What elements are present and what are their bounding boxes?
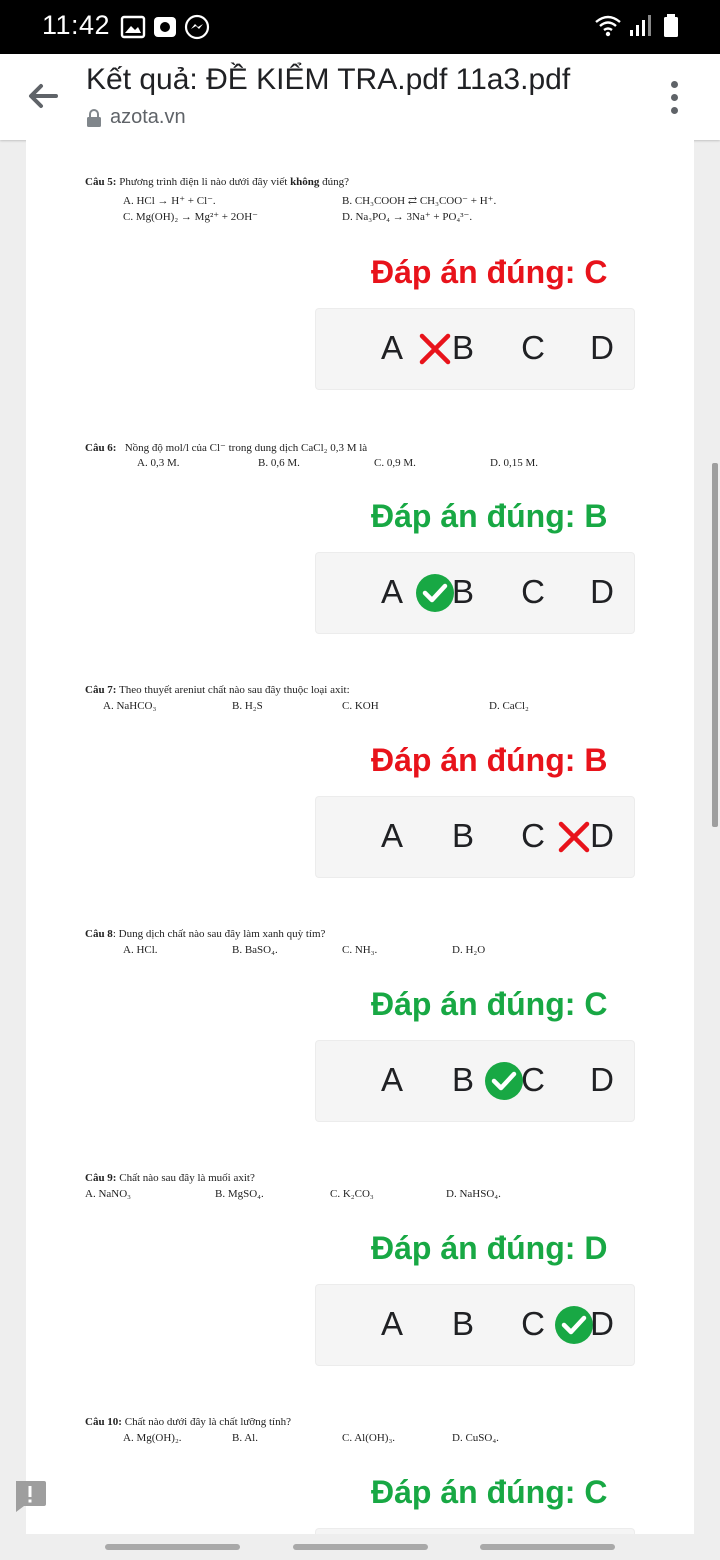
- question-stem: Phương trình điện li nào dưới đây viết: [119, 176, 288, 188]
- answer-choices: A B C D: [315, 308, 635, 390]
- answer-label: Đáp án đúng: C: [371, 986, 608, 1022]
- question-stem: Theo thuyết areniut chất nào sau đây thu…: [119, 684, 350, 696]
- option-d: D. Na₃PO₄ → 3Na⁺ + PO₄³⁻.: [342, 211, 473, 223]
- status-time: 11:42: [42, 10, 111, 40]
- camera-app-icon: [154, 17, 176, 37]
- option-d: D. CuSO₄.: [452, 1432, 499, 1444]
- choice-b[interactable]: B: [443, 329, 483, 367]
- question-label: Câu 5:: [85, 176, 117, 188]
- option-b: B. H₂S: [232, 700, 263, 712]
- question-stem: Chất nào dưới đây là chất lưỡng tính?: [124, 1416, 291, 1428]
- wifi-icon: [595, 15, 621, 37]
- signal-icon: [630, 15, 651, 36]
- answer-choices: A B C D: [315, 552, 635, 634]
- choice-a[interactable]: A: [372, 1305, 412, 1343]
- option-c: C. KOH: [342, 700, 379, 712]
- option-a: A. HCl → H⁺ + Cl⁻.: [123, 195, 216, 207]
- option-d: D. 0,15 M.: [490, 457, 538, 469]
- choice-c[interactable]: C: [513, 1305, 553, 1343]
- option-c: C. 0,9 M.: [374, 457, 416, 469]
- lock-icon: [87, 109, 101, 127]
- choice-b[interactable]: B: [443, 817, 483, 855]
- answer-choices: A B C D: [315, 1040, 635, 1122]
- nav-home-button[interactable]: [293, 1544, 428, 1550]
- report-icon[interactable]: [12, 1478, 48, 1514]
- choice-c[interactable]: C: [513, 1061, 553, 1099]
- choice-c[interactable]: C: [513, 817, 553, 855]
- choice-c[interactable]: C: [513, 573, 553, 611]
- option-b: B. MgSO₄.: [215, 1188, 264, 1200]
- option-a: A. Mg(OH)₂.: [123, 1432, 182, 1444]
- option-c: C. K₂CO₃: [330, 1188, 374, 1200]
- question-label: Câu 10:: [85, 1416, 122, 1428]
- question-stem: Nồng độ mol/l của Cl⁻ trong dung dịch Ca…: [124, 442, 368, 454]
- option-c: C. Mg(OH)₂ → Mg²⁺ + 2OH⁻: [123, 211, 258, 223]
- option-c: C. Al(OH)₃.: [342, 1432, 396, 1444]
- choice-a[interactable]: A: [372, 573, 412, 611]
- option-b: B. CH₃COOH ⇄ CH₃COO⁻ + H⁺.: [342, 195, 497, 207]
- option-a: A. NaHCO₃: [103, 700, 157, 712]
- option-d: D. NaHSO₄.: [446, 1188, 501, 1200]
- answer-label: Đáp án đúng: B: [371, 498, 608, 534]
- scrollbar[interactable]: [712, 463, 718, 827]
- choice-c[interactable]: C: [513, 329, 553, 367]
- question-stem-end: đúng?: [322, 176, 350, 188]
- choice-b[interactable]: B: [443, 1305, 483, 1343]
- page-title: Kết quả: ĐỀ KIỂM TRA.pdf 11a3.pdf: [86, 63, 571, 96]
- choice-a[interactable]: A: [372, 817, 412, 855]
- messenger-icon: [184, 14, 210, 40]
- choice-d[interactable]: D: [582, 573, 622, 611]
- answer-label: Đáp án đúng: D: [371, 1230, 608, 1266]
- choice-d[interactable]: D: [582, 1305, 622, 1343]
- option-b: B. BaSO₄.: [232, 944, 278, 956]
- option-a: A. NaNO₃: [85, 1188, 131, 1200]
- back-arrow-icon[interactable]: [22, 76, 62, 116]
- choice-d[interactable]: D: [582, 1061, 622, 1099]
- choice-b[interactable]: B: [443, 573, 483, 611]
- answer-choices: A B C D: [315, 796, 635, 878]
- question-label: Câu 6:: [85, 442, 117, 454]
- question-stem-emphasis: không: [290, 176, 320, 188]
- choice-a[interactable]: A: [372, 1061, 412, 1099]
- question-stem: : Dung dịch chất nào sau đây làm xanh qu…: [112, 928, 326, 940]
- status-bar: 11:42: [0, 0, 720, 54]
- site-url: azota.vn: [110, 106, 186, 128]
- answer-choices: A B C D: [315, 1284, 635, 1366]
- app-bar: Kết quả: ĐỀ KIỂM TRA.pdf 11a3.pdf azota.…: [0, 54, 720, 140]
- choice-d[interactable]: D: [582, 329, 622, 367]
- choice-a[interactable]: A: [372, 329, 412, 367]
- option-a: A. 0,3 M.: [137, 457, 180, 469]
- question-label: Câu 9:: [85, 1172, 117, 1184]
- answer-label: Đáp án đúng: C: [371, 1474, 608, 1510]
- image-icon: [120, 15, 146, 39]
- question-stem: Chất nào sau đây là muối axit?: [119, 1172, 255, 1184]
- choice-d[interactable]: D: [582, 817, 622, 855]
- battery-icon: [664, 14, 678, 37]
- option-d: D. H₂O: [452, 944, 486, 956]
- results-document: Câu 5: Phương trình điện li nào dưới đây…: [26, 140, 694, 1534]
- option-b: B. Al.: [232, 1432, 258, 1444]
- option-d: D. CaCl₂: [489, 700, 529, 712]
- choice-b[interactable]: B: [443, 1061, 483, 1099]
- nav-back-button[interactable]: [480, 1544, 615, 1550]
- overflow-menu-icon[interactable]: [662, 78, 686, 118]
- answer-label: Đáp án đúng: B: [371, 742, 608, 778]
- question-label: Câu 8: [85, 928, 113, 940]
- navigation-bar: [0, 1534, 720, 1560]
- option-b: B. 0,6 M.: [258, 457, 300, 469]
- question-label: Câu 7:: [85, 684, 117, 696]
- option-c: C. NH₃.: [342, 944, 378, 956]
- nav-recents-button[interactable]: [105, 1544, 240, 1550]
- answer-label: Đáp án đúng: C: [371, 254, 608, 290]
- option-a: A. HCl.: [123, 944, 158, 956]
